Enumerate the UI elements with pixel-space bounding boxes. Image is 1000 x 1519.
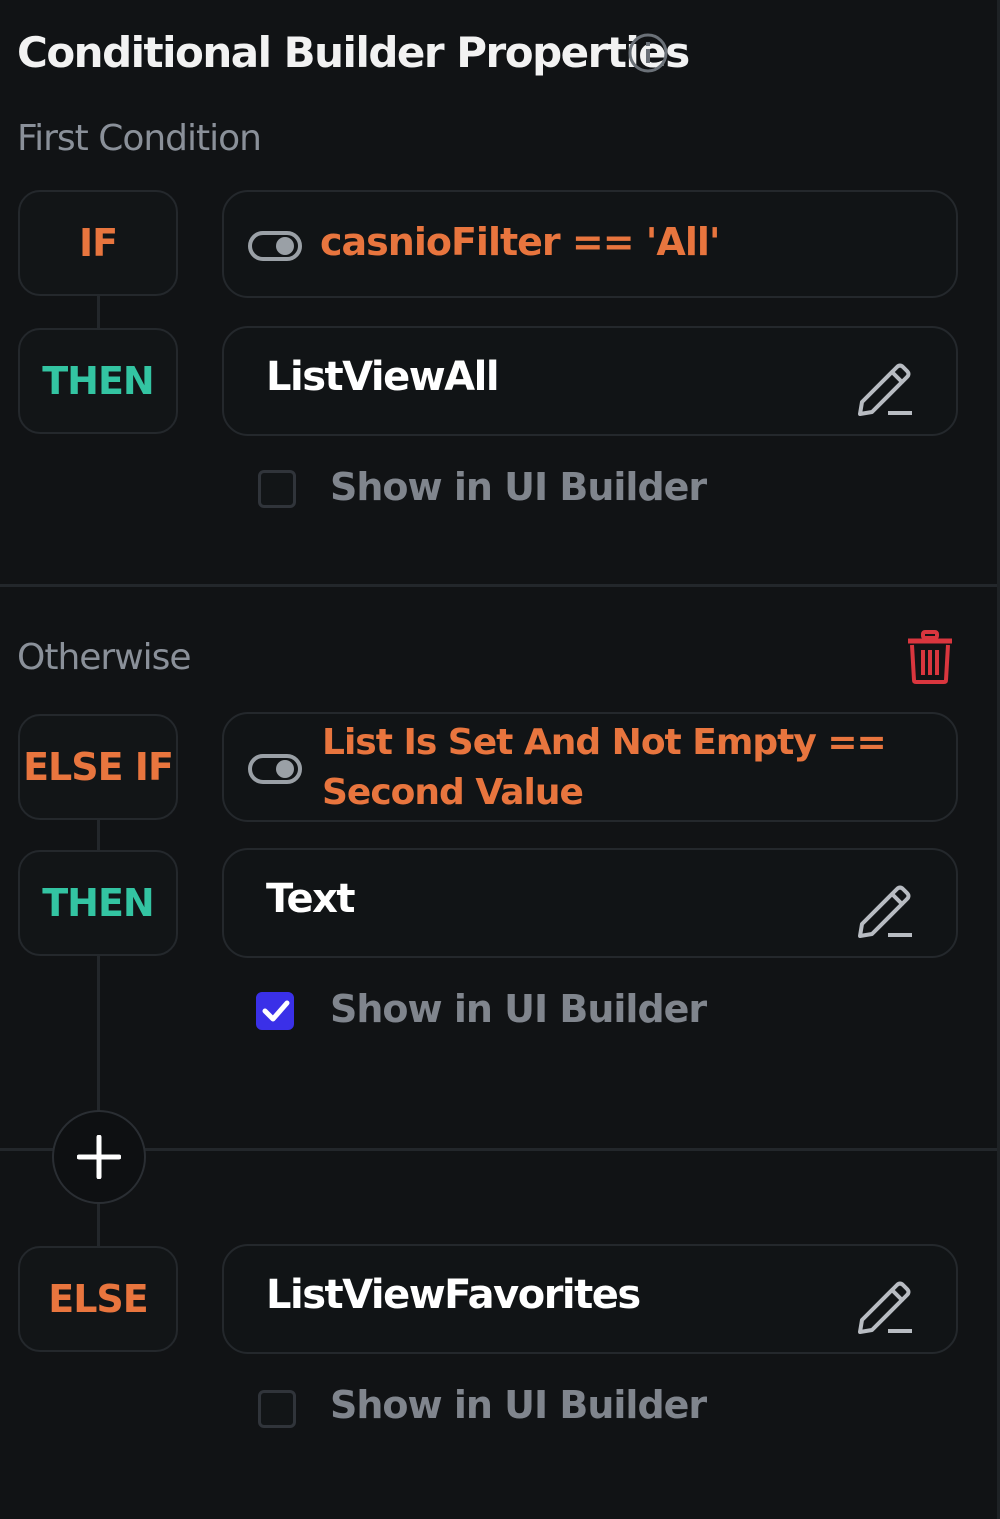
plus-icon <box>77 1135 121 1179</box>
panel-title: Conditional Builder Properties <box>17 28 690 77</box>
widget-name: Text <box>266 876 356 922</box>
toggle-icon <box>248 754 302 784</box>
condition-field[interactable]: casnioFilter == 'All' <box>222 190 958 298</box>
widget-field[interactable]: ListViewAll <box>222 326 958 436</box>
section-divider <box>0 1148 1000 1151</box>
connector-line <box>97 296 100 328</box>
show-in-ui-builder-label: Show in UI Builder <box>330 987 707 1031</box>
pencil-icon[interactable] <box>854 880 914 938</box>
condition-text-line1: List Is Set And Not Empty == <box>322 722 887 763</box>
else-if-keyword: ELSE IF <box>18 714 178 820</box>
trash-icon[interactable] <box>906 630 954 684</box>
show-in-ui-builder-checkbox[interactable] <box>258 1390 296 1428</box>
first-condition-label: First Condition <box>17 118 262 159</box>
pencil-icon[interactable] <box>854 358 914 416</box>
show-in-ui-builder-label: Show in UI Builder <box>330 465 707 509</box>
connector-line <box>97 955 100 1112</box>
show-in-ui-builder-checkbox[interactable] <box>256 992 294 1030</box>
widget-name: ListViewFavorites <box>266 1272 641 1318</box>
show-in-ui-builder-checkbox[interactable] <box>258 470 296 508</box>
condition-text-line2: Second Value <box>322 772 584 813</box>
widget-name: ListViewAll <box>266 354 500 400</box>
toggle-icon <box>248 231 302 261</box>
checkmark-icon <box>262 1000 290 1022</box>
info-circle-icon[interactable] <box>627 32 669 74</box>
widget-field[interactable]: ListViewFavorites <box>222 1244 958 1354</box>
condition-field[interactable]: List Is Set And Not Empty == Second Valu… <box>222 712 958 822</box>
if-keyword: IF <box>18 190 178 296</box>
connector-line <box>97 1202 100 1248</box>
otherwise-label: Otherwise <box>17 637 192 678</box>
section-divider <box>0 584 1000 587</box>
condition-text: casnioFilter == 'All' <box>320 220 721 264</box>
add-condition-button[interactable] <box>52 1110 146 1204</box>
show-in-ui-builder-label: Show in UI Builder <box>330 1383 707 1427</box>
else-keyword: ELSE <box>18 1246 178 1352</box>
then-keyword: THEN <box>18 328 178 434</box>
then-keyword: THEN <box>18 850 178 956</box>
connector-line <box>97 818 100 852</box>
pencil-icon[interactable] <box>854 1276 914 1334</box>
widget-field[interactable]: Text <box>222 848 958 958</box>
